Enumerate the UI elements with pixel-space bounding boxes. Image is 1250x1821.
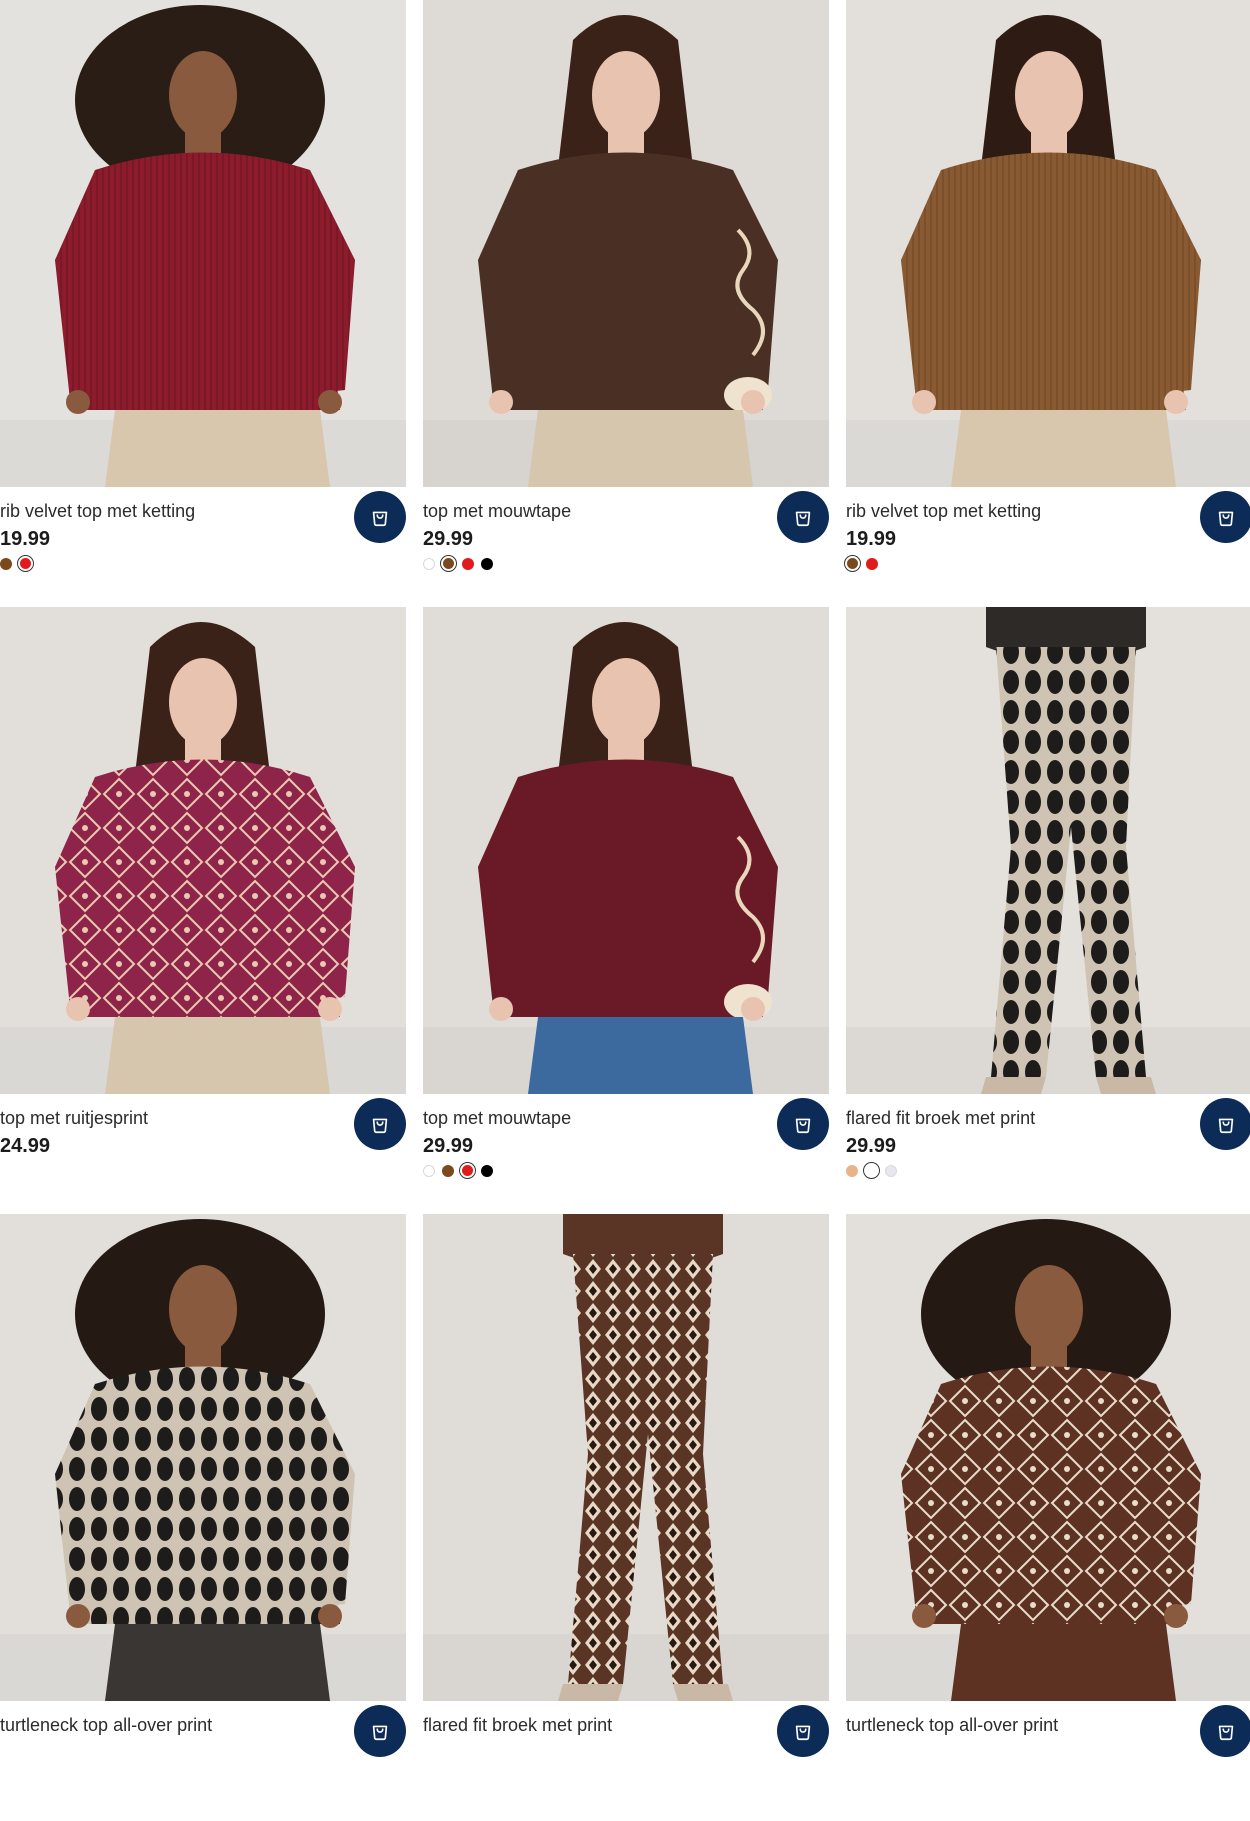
product-title[interactable]: turtleneck top all-over print xyxy=(0,1715,212,1735)
product-title[interactable]: top met mouwtape xyxy=(423,1108,571,1128)
product-title[interactable]: flared fit broek met print xyxy=(423,1715,612,1735)
shopping-bag-icon xyxy=(372,511,388,527)
product-info: flared fit broek met print xyxy=(423,1701,829,1821)
color-swatches xyxy=(0,557,32,570)
product-card[interactable]: flared fit broek met print xyxy=(423,1214,829,1821)
product-info: turtleneck top all-over print xyxy=(846,1701,1250,1821)
product-title[interactable]: flared fit broek met print xyxy=(846,1108,1035,1128)
product-image[interactable] xyxy=(423,1214,829,1701)
color-swatch[interactable] xyxy=(481,1164,493,1177)
model-photo xyxy=(423,0,829,487)
add-to-cart-button[interactable] xyxy=(354,1705,406,1757)
color-swatch[interactable] xyxy=(423,557,435,570)
shopping-bag-icon xyxy=(1218,1118,1234,1134)
shopping-bag-icon xyxy=(1218,1725,1234,1741)
product-card[interactable]: rib velvet top met ketting 19.99 xyxy=(846,0,1250,607)
product-price: 19.99 xyxy=(846,528,897,550)
product-info: flared fit broek met print 29.99 xyxy=(846,1094,1250,1214)
product-price: 29.99 xyxy=(423,528,474,550)
product-info: top met mouwtape 29.99 xyxy=(423,487,829,607)
product-image[interactable] xyxy=(0,0,406,487)
product-image[interactable] xyxy=(423,0,829,487)
add-to-cart-button[interactable] xyxy=(1200,1098,1250,1150)
product-card[interactable]: top met ruitjesprint 24.99 xyxy=(0,607,406,1214)
shopping-bag-icon xyxy=(795,511,811,527)
product-price: 24.99 xyxy=(0,1135,51,1157)
color-swatch[interactable] xyxy=(481,557,493,570)
shopping-bag-icon xyxy=(1218,511,1234,527)
product-title[interactable]: top met ruitjesprint xyxy=(0,1108,148,1128)
color-swatches xyxy=(423,557,493,570)
product-image[interactable] xyxy=(846,0,1250,487)
product-title[interactable]: rib velvet top met ketting xyxy=(846,501,1041,521)
color-swatch[interactable] xyxy=(423,1164,435,1177)
model-photo xyxy=(846,0,1250,487)
color-swatch[interactable] xyxy=(443,558,454,569)
add-to-cart-button[interactable] xyxy=(777,491,829,543)
model-photo xyxy=(846,1214,1250,1701)
color-swatch[interactable] xyxy=(462,1165,473,1176)
shopping-bag-icon xyxy=(795,1118,811,1134)
color-swatch[interactable] xyxy=(866,1165,877,1176)
color-swatch[interactable] xyxy=(847,558,858,569)
product-title[interactable]: top met mouwtape xyxy=(423,501,571,521)
product-info: top met ruitjesprint 24.99 xyxy=(0,1094,406,1214)
model-photo xyxy=(0,607,406,1094)
product-info: rib velvet top met ketting 19.99 xyxy=(846,487,1250,607)
product-image[interactable] xyxy=(423,607,829,1094)
color-swatches xyxy=(846,1164,897,1177)
color-swatch[interactable] xyxy=(0,557,12,570)
color-swatches xyxy=(423,1164,493,1177)
product-info: top met mouwtape 29.99 xyxy=(423,1094,829,1214)
product-info: rib velvet top met ketting 19.99 xyxy=(0,487,406,607)
color-swatch[interactable] xyxy=(462,557,474,570)
add-to-cart-button[interactable] xyxy=(354,1098,406,1150)
shopping-bag-icon xyxy=(372,1118,388,1134)
color-swatches xyxy=(846,557,878,570)
product-card[interactable]: turtleneck top all-over print xyxy=(0,1214,406,1821)
product-image[interactable] xyxy=(846,607,1250,1094)
model-photo xyxy=(0,0,406,487)
product-card[interactable]: rib velvet top met ketting 19.99 xyxy=(0,0,406,607)
product-card[interactable]: top met mouwtape 29.99 xyxy=(423,607,829,1214)
product-image[interactable] xyxy=(0,1214,406,1701)
color-swatch[interactable] xyxy=(442,1164,454,1177)
model-photo xyxy=(423,1214,829,1701)
product-price: 19.99 xyxy=(0,528,51,550)
product-title[interactable]: turtleneck top all-over print xyxy=(846,1715,1058,1735)
model-photo xyxy=(0,1214,406,1701)
product-grid: rib velvet top met ketting 19.99 top met… xyxy=(0,0,1250,1821)
color-swatch[interactable] xyxy=(866,557,878,570)
color-swatch[interactable] xyxy=(846,1164,858,1177)
color-swatch[interactable] xyxy=(20,558,31,569)
product-price: 29.99 xyxy=(846,1135,897,1157)
product-title[interactable]: rib velvet top met ketting xyxy=(0,501,195,521)
product-card[interactable]: top met mouwtape 29.99 xyxy=(423,0,829,607)
color-swatch[interactable] xyxy=(885,1164,897,1177)
add-to-cart-button[interactable] xyxy=(777,1705,829,1757)
add-to-cart-button[interactable] xyxy=(777,1098,829,1150)
add-to-cart-button[interactable] xyxy=(1200,1705,1250,1757)
shopping-bag-icon xyxy=(372,1725,388,1741)
product-price: 29.99 xyxy=(423,1135,474,1157)
product-info: turtleneck top all-over print xyxy=(0,1701,406,1821)
add-to-cart-button[interactable] xyxy=(354,491,406,543)
product-image[interactable] xyxy=(846,1214,1250,1701)
product-image[interactable] xyxy=(0,607,406,1094)
product-card[interactable]: flared fit broek met print 29.99 xyxy=(846,607,1250,1214)
model-photo xyxy=(846,607,1250,1094)
product-card[interactable]: turtleneck top all-over print xyxy=(846,1214,1250,1821)
shopping-bag-icon xyxy=(795,1725,811,1741)
model-photo xyxy=(423,607,829,1094)
add-to-cart-button[interactable] xyxy=(1200,491,1250,543)
